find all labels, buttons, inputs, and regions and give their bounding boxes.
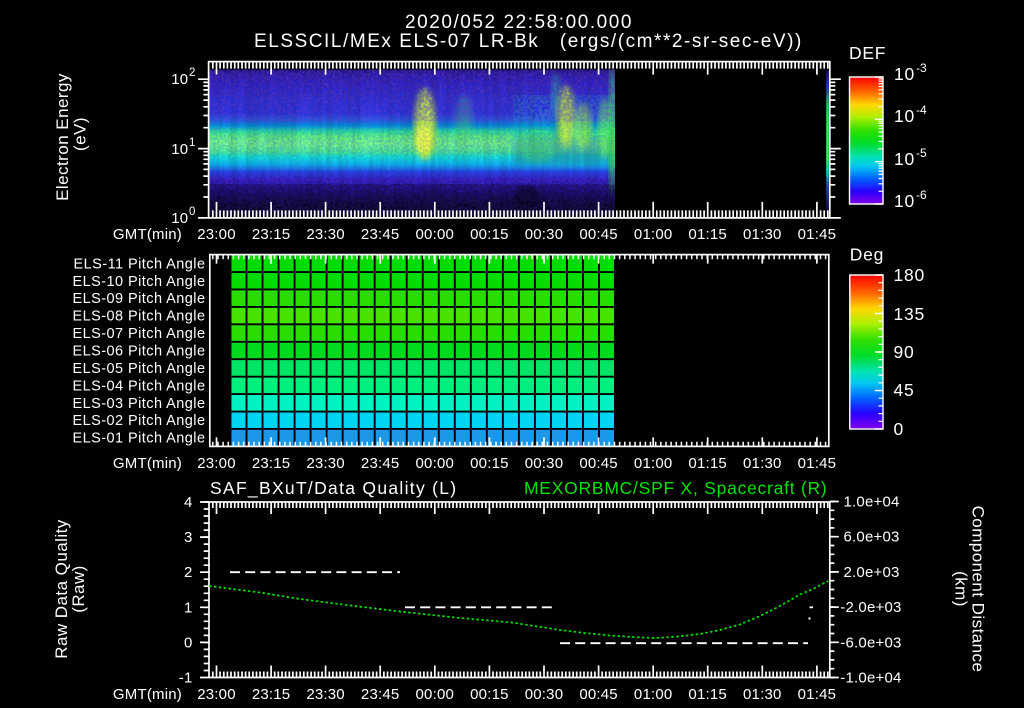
svg-text:01:00: 01:00 <box>634 686 673 703</box>
svg-text:1.0e+04: 1.0e+04 <box>844 494 900 511</box>
svg-text:ELS-04 Pitch Angle: ELS-04 Pitch Angle <box>72 378 205 394</box>
svg-text:6.0e+03: 6.0e+03 <box>844 529 900 546</box>
svg-text:135: 135 <box>894 304 925 324</box>
svg-text:Deg: Deg <box>850 245 884 265</box>
svg-text:23:15: 23:15 <box>252 686 291 703</box>
svg-text:01:45: 01:45 <box>798 455 837 472</box>
svg-text:10: 10 <box>894 64 915 84</box>
svg-text:00:15: 00:15 <box>470 686 509 703</box>
svg-text:ELSSCIL/MEx ELS-07 LR-Bk (er: ELSSCIL/MEx ELS-07 LR-Bk (ergs/(cm**2-sr… <box>254 31 803 52</box>
svg-text:01:15: 01:15 <box>688 686 727 703</box>
svg-text:23:15: 23:15 <box>252 455 291 472</box>
svg-text:10: 10 <box>894 191 915 211</box>
svg-text:ELS-06 Pitch Angle: ELS-06 Pitch Angle <box>72 344 205 360</box>
svg-text:-2.0e+03: -2.0e+03 <box>840 599 901 616</box>
svg-text:-6.0e+03: -6.0e+03 <box>840 634 901 651</box>
svg-text:ELS-01 Pitch Angle: ELS-01 Pitch Angle <box>72 431 205 447</box>
svg-text:45: 45 <box>894 380 915 400</box>
svg-text:10: 10 <box>171 210 188 227</box>
svg-text:GMT(min): GMT(min) <box>113 226 182 243</box>
svg-text:0: 0 <box>894 419 904 439</box>
svg-text:23:45: 23:45 <box>361 226 400 243</box>
svg-text:23:30: 23:30 <box>306 226 345 243</box>
svg-text:DEF: DEF <box>849 43 886 63</box>
svg-text:01:15: 01:15 <box>688 226 727 243</box>
svg-text:01:30: 01:30 <box>743 455 782 472</box>
svg-text:01:00: 01:00 <box>634 455 673 472</box>
svg-text:(Raw): (Raw) <box>69 565 88 613</box>
svg-text:-1.0e+04: -1.0e+04 <box>840 670 901 687</box>
svg-text:1: 1 <box>184 599 193 616</box>
svg-text:00:45: 00:45 <box>579 455 618 472</box>
svg-text:Electron Energy: Electron Energy <box>53 73 72 201</box>
svg-text:(km): (km) <box>952 571 971 607</box>
svg-text:1: 1 <box>189 137 195 149</box>
svg-text:23:15: 23:15 <box>252 226 291 243</box>
svg-text:10: 10 <box>171 71 188 88</box>
svg-text:01:45: 01:45 <box>798 686 837 703</box>
svg-text:23:30: 23:30 <box>306 686 345 703</box>
svg-text:SAF_BXuT/Data Quality (L): SAF_BXuT/Data Quality (L) <box>210 478 457 499</box>
svg-text:00:45: 00:45 <box>579 686 618 703</box>
svg-text:10: 10 <box>894 106 915 126</box>
svg-text:ELS-03 Pitch Angle: ELS-03 Pitch Angle <box>72 396 205 412</box>
svg-text:23:00: 23:00 <box>197 455 236 472</box>
svg-text:23:45: 23:45 <box>361 455 400 472</box>
svg-text:00:15: 00:15 <box>470 226 509 243</box>
svg-text:0: 0 <box>184 634 193 651</box>
svg-text:3: 3 <box>184 529 193 546</box>
svg-text:ELS-11 Pitch Angle: ELS-11 Pitch Angle <box>74 256 206 272</box>
svg-text:00:00: 00:00 <box>416 686 455 703</box>
svg-text:01:30: 01:30 <box>743 226 782 243</box>
svg-text:00:30: 00:30 <box>525 686 564 703</box>
svg-text:-4: -4 <box>916 103 927 117</box>
svg-text:00:00: 00:00 <box>416 455 455 472</box>
svg-text:01:15: 01:15 <box>688 455 727 472</box>
svg-text:ELS-07 Pitch Angle: ELS-07 Pitch Angle <box>72 326 205 342</box>
svg-text:23:30: 23:30 <box>306 455 345 472</box>
svg-text:4: 4 <box>184 494 193 511</box>
svg-text:ELS-02 Pitch Angle: ELS-02 Pitch Angle <box>72 413 205 429</box>
svg-text:00:15: 00:15 <box>470 455 509 472</box>
svg-text:01:30: 01:30 <box>743 686 782 703</box>
svg-text:MEXORBMC/SPF X, Spacecraft (R): MEXORBMC/SPF X, Spacecraft (R) <box>524 478 828 498</box>
svg-text:0: 0 <box>189 206 195 218</box>
svg-text:00:30: 00:30 <box>525 226 564 243</box>
svg-text:2.0e+03: 2.0e+03 <box>844 564 900 581</box>
svg-text:23:00: 23:00 <box>197 226 236 243</box>
svg-text:2: 2 <box>184 564 193 581</box>
svg-text:ELS-05 Pitch Angle: ELS-05 Pitch Angle <box>72 361 205 377</box>
svg-text:2: 2 <box>189 67 195 79</box>
svg-text:2020/052 22:58:00.000: 2020/052 22:58:00.000 <box>405 12 633 33</box>
svg-text:(eV): (eV) <box>71 117 90 151</box>
svg-text:-6: -6 <box>916 188 927 202</box>
svg-text:00:45: 00:45 <box>579 226 618 243</box>
svg-text:-1: -1 <box>179 670 193 687</box>
svg-text:GMT(min): GMT(min) <box>113 455 182 472</box>
svg-text:GMT(min): GMT(min) <box>113 686 182 703</box>
svg-text:01:00: 01:00 <box>634 226 673 243</box>
svg-text:23:00: 23:00 <box>197 686 236 703</box>
svg-text:ELS-08 Pitch Angle: ELS-08 Pitch Angle <box>72 309 205 325</box>
svg-text:10: 10 <box>894 149 915 169</box>
svg-text:01:45: 01:45 <box>798 226 837 243</box>
svg-text:10: 10 <box>171 141 188 158</box>
svg-text:ELS-10 Pitch Angle: ELS-10 Pitch Angle <box>72 274 205 290</box>
svg-text:-3: -3 <box>916 61 927 75</box>
svg-text:00:30: 00:30 <box>525 455 564 472</box>
svg-text:180: 180 <box>894 265 925 285</box>
svg-text:00:00: 00:00 <box>416 226 455 243</box>
svg-text:90: 90 <box>894 342 915 362</box>
svg-text:ELS-09 Pitch Angle: ELS-09 Pitch Angle <box>72 291 205 307</box>
svg-text:-5: -5 <box>916 146 927 160</box>
svg-text:23:45: 23:45 <box>361 686 400 703</box>
